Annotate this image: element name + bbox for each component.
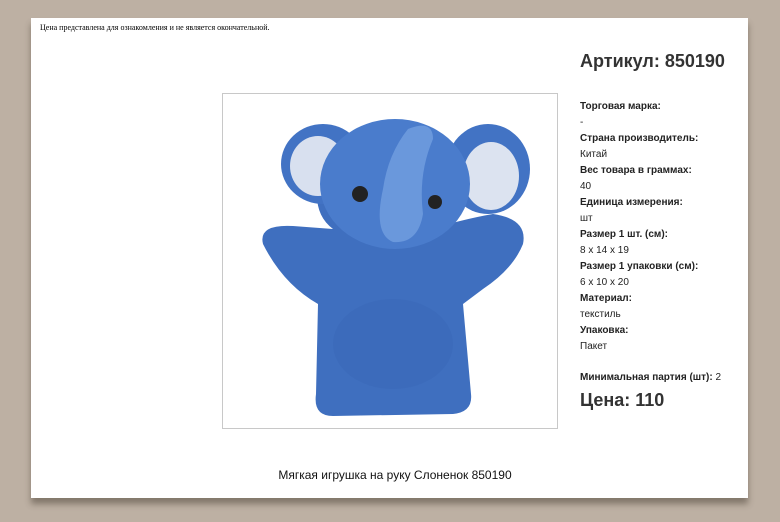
specs-list: Торговая марка: - Страна производитель: Ки… [580, 99, 745, 355]
min-lot: Минимальная партия (шт): 2 [580, 372, 722, 383]
product-image [222, 93, 558, 429]
spec-packaging: Упаковка: Пакет [580, 325, 629, 352]
spec-brand: Торговая марка: - [580, 101, 661, 128]
price: Цена: 110 [580, 390, 665, 410]
article-number: Артикул: 850190 [580, 51, 725, 71]
spec-material: Материал: текстиль [580, 293, 632, 320]
elephant-puppet-image [262, 119, 530, 416]
price-notice: Цена представлена для ознакомления и не … [40, 23, 270, 32]
spec-package-size: Размер 1 упаковки (см): 6 x 10 x 20 [580, 261, 699, 288]
spec-country: Страна производитель: Китай [580, 133, 699, 160]
spec-weight: Вес товара в граммах: 40 [580, 165, 692, 192]
product-sheet: Цена представлена для ознакомления и не … [31, 18, 748, 498]
spec-unit: Единица измерения: шт [580, 197, 683, 224]
product-title: Мягкая игрушка на руку Слоненок 850190 [278, 468, 512, 482]
spec-item-size: Размер 1 шт. (см): 8 x 14 x 19 [580, 229, 668, 256]
